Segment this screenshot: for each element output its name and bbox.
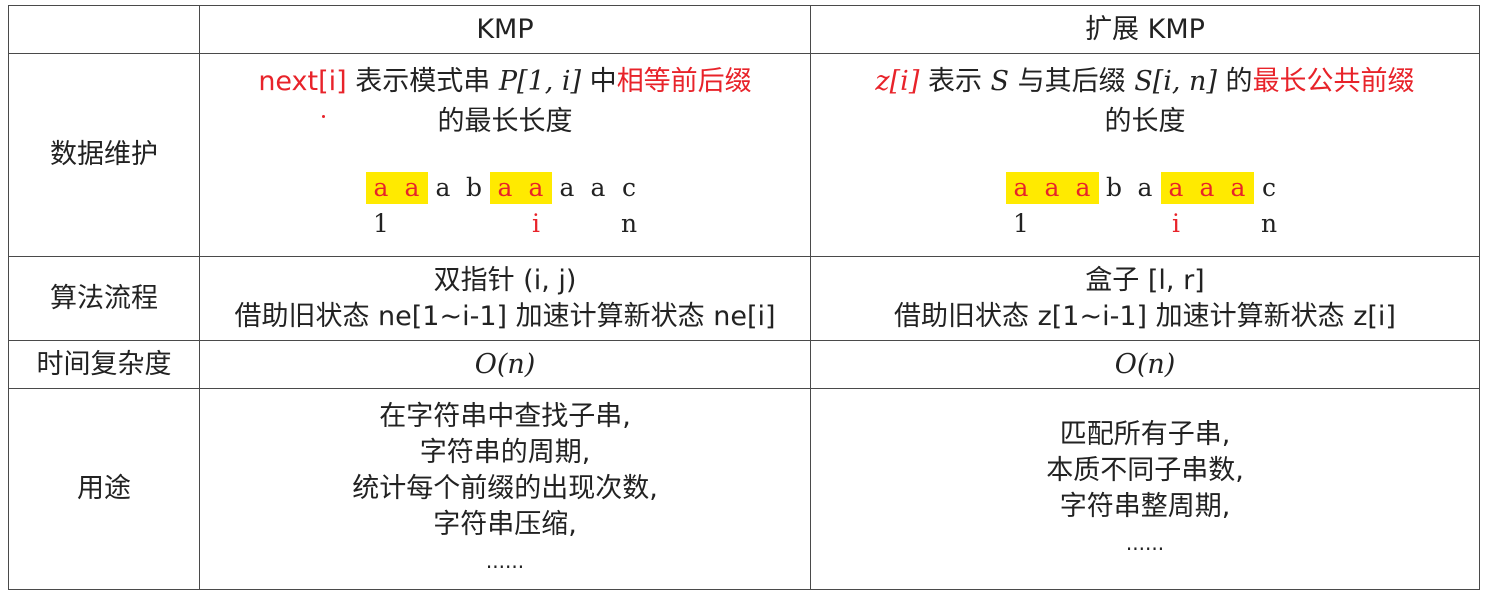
kmp-algo-line2: 借助旧状态 ne[1~i-1] 加速计算新状态 ne[i] [234, 300, 776, 332]
ext-def-text-1: 表示 [919, 66, 991, 97]
kmp-seq-char: a [435, 173, 451, 202]
ext-seq-char: a [1005, 172, 1037, 204]
ext-algo-line2: 借助旧状态 z[1~i-1] 加速计算新状态 z[i] [894, 300, 1396, 332]
kmp-use-item: 统计每个前缀的出现次数, [352, 473, 658, 504]
ext-def-line2: 的长度 [1104, 106, 1186, 137]
header-ext-kmp: 扩展 KMP [810, 5, 1480, 54]
row-algorithm: 算法流程 双指针 (i, j) 借助旧状态 ne[1~i-1] 加速计算新状态 … [8, 256, 1480, 341]
ext-use-ellipsis: ...... [1125, 531, 1165, 555]
ext-seq-char: c [1261, 173, 1276, 202]
ext-definition-text: z[i] 表示 S 与其后缀 S[i, n] 的最长公共前缀 的长度 [811, 62, 1479, 142]
kmp-index-n: n [620, 209, 638, 238]
kmp-definition-cell: next[i] 表示模式串 P[1, i] 中相等前后缀 的最长长度 aaaba… [199, 53, 811, 257]
ext-uses-cell: 匹配所有子串, 本质不同子串数, 字符串整周期, ...... [810, 388, 1480, 590]
kmp-seq-char: a [396, 172, 428, 204]
kmp-def-text-1: 表示模式串 [346, 66, 499, 97]
kmp-seq-char: a [520, 172, 552, 204]
kmp-seq-char: a [489, 172, 521, 204]
ext-seq-char: a [1222, 172, 1254, 204]
header-blank-cell [8, 5, 200, 54]
kmp-seq-char: b [465, 173, 482, 202]
kmp-seq-char: a [559, 173, 575, 202]
row-label-time: 时间复杂度 [8, 340, 200, 389]
kmp-seq-char: c [621, 173, 636, 202]
ext-use-item: 字符串整周期, [1059, 491, 1231, 522]
ext-math-s: S [990, 66, 1010, 97]
kmp-algo-line1: 双指针 (i, j) [433, 264, 577, 296]
ext-z-term: z[i] [875, 66, 920, 97]
kmp-red-phrase: 相等前后缀 [616, 66, 752, 97]
ext-sequence: aaabaaaac [1005, 172, 1285, 204]
row-label-use: 用途 [8, 388, 200, 590]
ext-def-text-2: 与其后缀 [1009, 66, 1135, 97]
ext-seq-char: b [1105, 173, 1122, 202]
ext-algo-line1: 盒子 [l, r] [1085, 264, 1205, 296]
row-data-maintenance: 数据维护 next[i] 表示模式串 P[1, i] 中相等前后缀 的最长长度 … [8, 53, 1480, 257]
kmp-definition-text: next[i] 表示模式串 P[1, i] 中相等前后缀 的最长长度 [200, 62, 810, 142]
kmp-next-term: next[i] [258, 66, 347, 97]
ext-seq-char: a [1067, 172, 1099, 204]
ext-use-item: 匹配所有子串, [1059, 419, 1231, 450]
kmp-sequence: aaabaaaac [365, 172, 645, 204]
kmp-seq-char: a [590, 173, 606, 202]
kmp-index-start: 1 [373, 209, 389, 238]
kmp-use-ellipsis: ...... [485, 549, 525, 573]
ext-use-item: 本质不同子串数, [1046, 455, 1244, 486]
kmp-math-p: P[1, i] [498, 66, 582, 97]
ext-definition-cell: z[i] 表示 S 与其后缀 S[i, n] 的最长公共前缀 的长度 aaaba… [810, 53, 1480, 257]
ext-index-row: 1 i n [1006, 206, 1285, 242]
ext-index-start: 1 [1013, 209, 1029, 238]
ext-example: aaabaaaac 1in [811, 170, 1479, 242]
ext-red-phrase: 最长公共前缀 [1252, 66, 1415, 97]
kmp-algo-cell: 双指针 (i, j) 借助旧状态 ne[1~i-1] 加速计算新状态 ne[i] [199, 256, 811, 341]
ext-algo-cell: 盒子 [l, r] 借助旧状态 z[1~i-1] 加速计算新状态 z[i] [810, 256, 1480, 341]
row-label-algo: 算法流程 [8, 256, 200, 341]
kmp-use-item: 字符串的周期, [419, 437, 591, 468]
row-uses: 用途 在字符串中查找子串, 字符串的周期, 统计每个前缀的出现次数, 字符串压缩… [8, 388, 1480, 590]
ext-seq-char: a [1160, 172, 1192, 204]
comparison-table: KMP 扩展 KMP 数据维护 next[i] 表示模式串 P[1, i] 中相… [8, 5, 1480, 590]
stray-red-dot [322, 115, 325, 118]
kmp-seq-char: a [365, 172, 397, 204]
ext-index-i: i [1172, 209, 1180, 238]
kmp-index-row: 1 i n [366, 206, 645, 242]
row-label-data: 数据维护 [8, 53, 200, 257]
kmp-use-item: 字符串压缩, [433, 509, 577, 540]
kmp-def-line2: 的最长长度 [437, 106, 573, 137]
row-time-complexity: 时间复杂度 O(n) O(n) [8, 340, 1480, 389]
kmp-uses-cell: 在字符串中查找子串, 字符串的周期, 统计每个前缀的出现次数, 字符串压缩, .… [199, 388, 811, 590]
kmp-example: aaabaaaac 1in [200, 170, 810, 242]
kmp-index-i: i [532, 209, 540, 238]
kmp-def-text-2: 中 [581, 66, 617, 97]
ext-seq-char: a [1036, 172, 1068, 204]
ext-seq-char: a [1191, 172, 1223, 204]
ext-complexity: O(n) [810, 340, 1480, 389]
kmp-use-item: 在字符串中查找子串, [379, 401, 631, 432]
ext-math-suffix: S[i, n] [1134, 66, 1217, 97]
header-row: KMP 扩展 KMP [8, 5, 1480, 54]
kmp-complexity: O(n) [199, 340, 811, 389]
ext-index-n: n [1260, 209, 1278, 238]
ext-def-text-3: 的 [1216, 66, 1253, 97]
header-kmp: KMP [199, 5, 811, 54]
ext-seq-char: a [1137, 173, 1153, 202]
